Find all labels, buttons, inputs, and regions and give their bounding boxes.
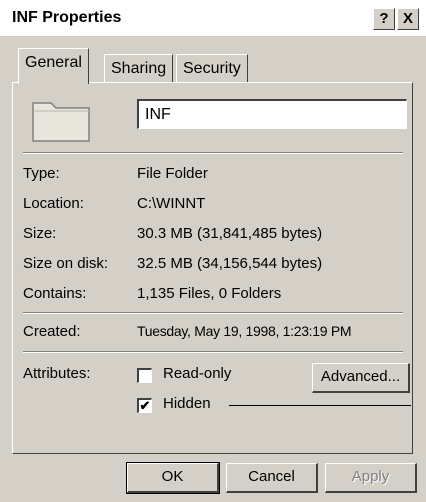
separator [23,312,403,314]
size-on-disk-value: 32.5 MB (34,156,544 bytes) [137,255,323,272]
close-button[interactable]: X [397,8,419,30]
help-button[interactable]: ? [373,8,395,30]
created-label: Created: [23,323,81,340]
readonly-label[interactable]: Read-only [163,365,231,382]
window-title: INF Properties [12,9,122,26]
separator [23,152,403,154]
folder-icon [32,102,90,142]
hidden-label[interactable]: Hidden [163,395,211,412]
title-bar[interactable]: INF Properties ? X [0,0,426,37]
separator [23,351,403,353]
apply-button[interactable]: Apply [325,463,417,493]
type-value: File Folder [137,165,208,182]
properties-dialog: General Sharing Security INF Type: File … [0,36,426,502]
location-label: Location: [23,195,84,212]
general-panel: INF Type: File Folder Location: C:\WINNT… [12,82,413,454]
folder-name-input[interactable]: INF [137,99,407,129]
tab-sharing[interactable]: Sharing [104,54,174,83]
hidden-label-rule [229,405,411,406]
size-label: Size: [23,225,57,242]
size-on-disk-label: Size on disk: [23,255,109,272]
attributes-label: Attributes: [23,365,91,382]
size-value: 30.3 MB (31,841,485 bytes) [137,225,323,242]
contains-label: Contains: [23,285,87,302]
tab-general[interactable]: General [18,48,89,84]
contains-value: 1,135 Files, 0 Folders [137,285,282,302]
tab-security[interactable]: Security [176,54,248,83]
readonly-checkbox[interactable] [137,368,152,383]
ok-button[interactable]: OK [126,462,220,494]
location-value: C:\WINNT [137,195,206,212]
advanced-button[interactable]: Advanced... [312,363,410,393]
created-value: Tuesday, May 19, 1998, 1:23:19 PM [137,323,352,339]
cancel-button[interactable]: Cancel [226,463,318,493]
hidden-checkbox[interactable]: ✔ [137,398,152,413]
type-label: Type: [23,165,60,182]
